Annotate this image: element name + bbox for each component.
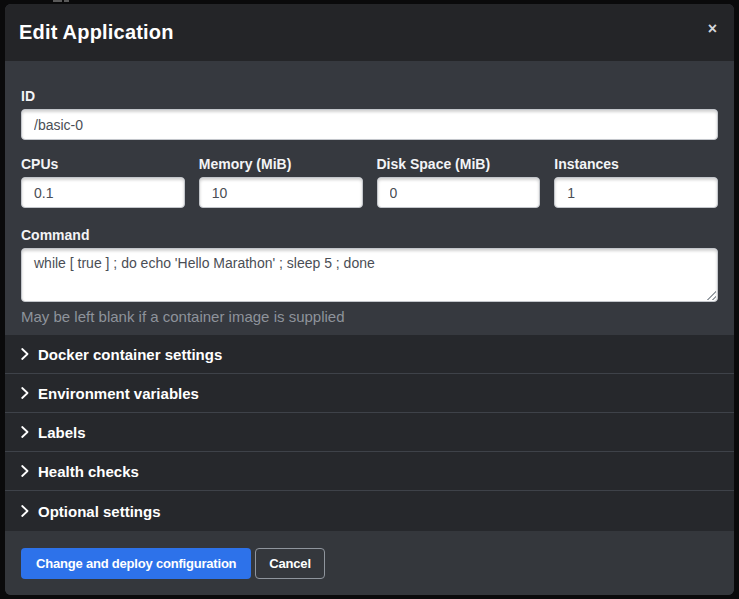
- collapsible-section-header[interactable]: Labels: [5, 413, 734, 452]
- deploy-button[interactable]: Change and deploy configuration: [21, 548, 251, 579]
- command-textarea[interactable]: while [ true ] ; do echo 'Hello Marathon…: [21, 248, 718, 302]
- disk-input[interactable]: [377, 177, 541, 208]
- section-title: Health checks: [38, 463, 139, 480]
- memory-field-group: Memory (MiB): [199, 156, 363, 208]
- chevron-right-icon: [21, 465, 29, 477]
- modal-title: Edit Application: [19, 21, 174, 44]
- chevron-right-icon: [21, 387, 29, 399]
- close-icon[interactable]: ×: [708, 21, 717, 36]
- modal-body: ID CPUs Memory (MiB) Disk Space (MiB) In…: [5, 61, 734, 335]
- instances-input[interactable]: [554, 177, 718, 208]
- cpus-label: CPUs: [21, 156, 185, 172]
- command-textarea-wrap: while [ true ] ; do echo 'Hello Marathon…: [21, 248, 718, 302]
- id-field-group: ID: [21, 88, 718, 140]
- instances-label: Instances: [554, 156, 718, 172]
- memory-input[interactable]: [199, 177, 363, 208]
- disk-label: Disk Space (MiB): [377, 156, 541, 172]
- chevron-right-icon: [21, 505, 29, 517]
- instances-field-group: Instances: [554, 156, 718, 208]
- collapsible-section-header[interactable]: Docker container settings: [5, 335, 734, 374]
- id-input[interactable]: [21, 109, 718, 140]
- modal-footer: Change and deploy configuration Cancel: [5, 531, 734, 595]
- collapsible-section-header[interactable]: Health checks: [5, 452, 734, 491]
- id-label: ID: [21, 88, 718, 104]
- section-title: Docker container settings: [38, 346, 222, 363]
- command-label: Command: [21, 227, 718, 243]
- section-title: Environment variables: [38, 385, 199, 402]
- cpus-input[interactable]: [21, 177, 185, 208]
- background-artifact: [53, 0, 62, 2]
- modal-header: Edit Application ×: [5, 4, 734, 61]
- command-field-group: Command while [ true ] ; do echo 'Hello …: [21, 227, 718, 325]
- memory-label: Memory (MiB): [199, 156, 363, 172]
- collapsible-section-header[interactable]: Optional settings: [5, 491, 734, 531]
- section-title: Optional settings: [38, 503, 161, 520]
- command-help-text: May be left blank if a container image i…: [21, 308, 718, 325]
- collapsible-sections: Docker container settings Environment va…: [5, 335, 734, 531]
- cpus-field-group: CPUs: [21, 156, 185, 208]
- background-artifact: [64, 0, 69, 2]
- disk-field-group: Disk Space (MiB): [377, 156, 541, 208]
- cancel-button[interactable]: Cancel: [255, 548, 324, 579]
- collapsible-section-header[interactable]: Environment variables: [5, 374, 734, 413]
- section-title: Labels: [38, 424, 86, 441]
- chevron-right-icon: [21, 426, 29, 438]
- edit-application-modal: Edit Application × ID CPUs Memory (MiB) …: [5, 4, 734, 595]
- resources-row: CPUs Memory (MiB) Disk Space (MiB) Insta…: [21, 156, 718, 208]
- chevron-right-icon: [21, 348, 29, 360]
